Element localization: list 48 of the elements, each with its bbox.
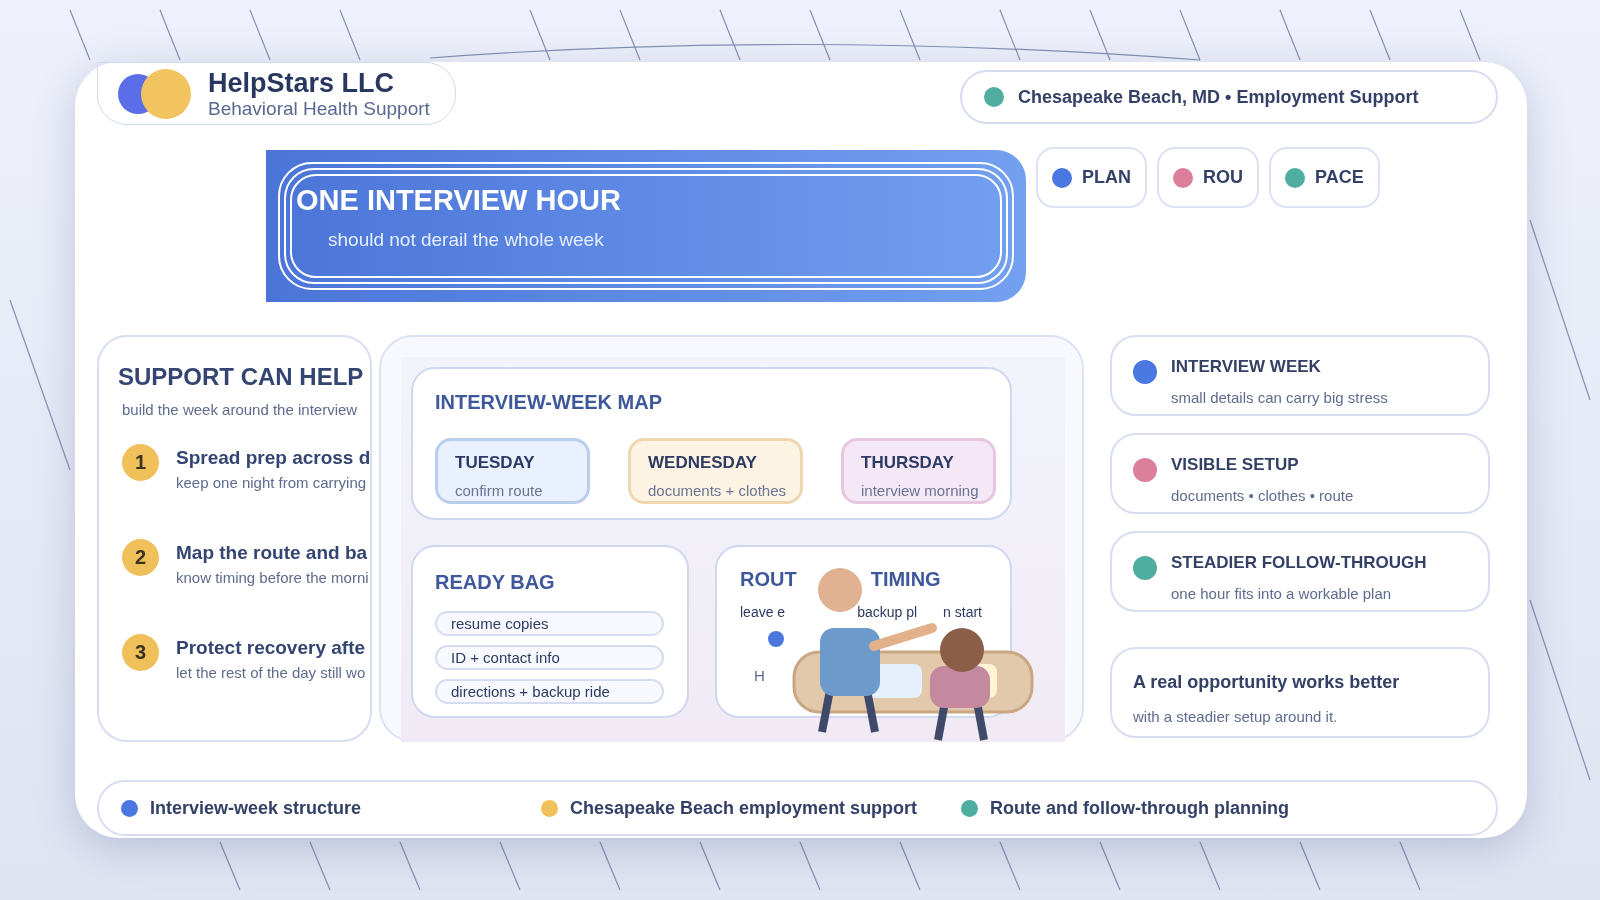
route-timing-footer: H (754, 665, 1010, 688)
day-name: TUESDAY (455, 452, 536, 474)
day-note: confirm route (455, 480, 544, 501)
highlight-title: INTERVIEW WEEK (1171, 356, 1322, 378)
highlight-detail: small details can carry big stress (1171, 387, 1388, 408)
bag-item: directions + backup ride (435, 679, 664, 704)
hero-title: ONE INTERVIEW HOUR (296, 183, 622, 218)
bag-item: resume copies (435, 611, 664, 636)
route-timing-title: TIMING (870, 567, 941, 592)
step-title: Map the route and ba (176, 540, 369, 565)
logo-icon (116, 67, 192, 120)
callout-detail: with a steadier setup around it. (1133, 707, 1339, 727)
highlight-title: STEADIER FOLLOW-THROUGH (1171, 552, 1427, 574)
step-number: 2 (122, 538, 159, 576)
route-timing-title: ROUT (740, 567, 797, 592)
highlight-title: VISIBLE SETUP (1171, 454, 1300, 476)
step-number: 1 (122, 443, 159, 481)
step-detail: let the rest of the day still wo (176, 663, 366, 683)
highlight-detail: one hour fits into a workable plan (1171, 583, 1393, 604)
step-title: Protect recovery afte (176, 635, 366, 660)
tag-label: ROU (1203, 166, 1243, 189)
ready-bag-title: READY BAG (435, 571, 555, 593)
step-title: Spread prep across d (176, 445, 371, 470)
legend-label: Route and follow-through planning (990, 796, 1289, 820)
step-detail: know timing before the morni (176, 568, 369, 588)
week-map-title: INTERVIEW-WEEK MAP (435, 391, 662, 413)
day-note: documents + clothes (648, 480, 786, 501)
support-subtitle: build the week around the interview (122, 400, 359, 420)
route-timing-note: n start (943, 603, 982, 622)
location-text: Chesapeake Beach, MD • Employment Support (1018, 85, 1419, 109)
tag-label: PACE (1315, 166, 1364, 189)
step-number: 3 (122, 633, 159, 671)
highlight-detail: documents • clothes • route (1171, 485, 1354, 506)
brand-tagline: Behavioral Health Support (208, 98, 430, 118)
day-name: THURSDAY (861, 452, 955, 474)
tag-label: PLAN (1082, 166, 1131, 189)
callout-title: A real opportunity works better (1133, 671, 1401, 694)
step-detail: keep one night from carrying (176, 473, 368, 493)
brand-name: HelpStars LLC (208, 69, 396, 97)
day-name: WEDNESDAY (648, 452, 758, 474)
legend-label: Interview-week structure (150, 796, 362, 820)
route-timing-note: backup pl (857, 603, 918, 622)
support-title: SUPPORT CAN HELP (118, 362, 365, 392)
route-timing-note: leave e (740, 603, 786, 622)
hero-subtitle: should not derail the whole week (328, 228, 605, 253)
legend-label: Chesapeake Beach employment support (570, 796, 918, 820)
day-note: interview morning (861, 480, 979, 501)
bag-item: ID + contact info (435, 645, 664, 670)
